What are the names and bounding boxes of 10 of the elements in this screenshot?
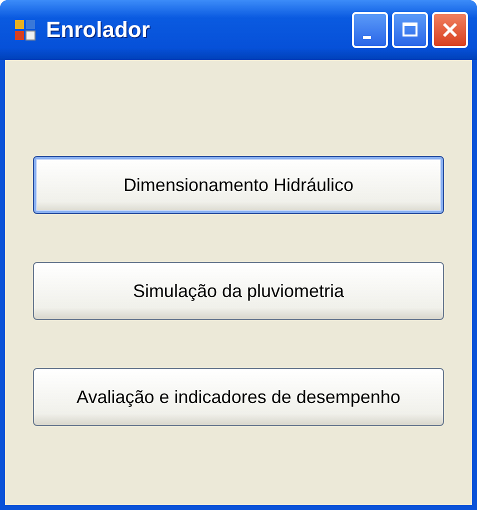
action-button[interactable]: Dimensionamento Hidráulico <box>33 156 444 214</box>
action-button[interactable]: Avaliação e indicadores de desempenho <box>33 368 444 426</box>
minimize-button[interactable] <box>352 12 388 48</box>
close-button[interactable] <box>432 12 468 48</box>
minimize-icon <box>363 36 371 38</box>
app-icon <box>14 19 36 41</box>
close-icon <box>440 20 460 40</box>
maximize-button[interactable] <box>392 12 428 48</box>
window-title: Enrolador <box>46 17 151 43</box>
action-button[interactable]: Simulação da pluviometria <box>33 262 444 320</box>
